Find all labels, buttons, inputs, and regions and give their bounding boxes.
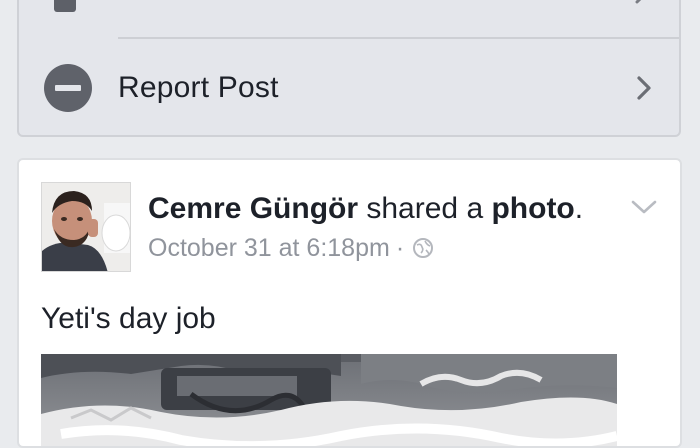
meta-separator: ·	[395, 234, 405, 262]
menu-divider	[118, 37, 679, 39]
bookmark-icon	[46, 0, 84, 12]
menu-item-partial[interactable]	[19, 0, 679, 38]
post-photo[interactable]	[41, 354, 617, 446]
author-name[interactable]: Cemre Güngör	[148, 192, 358, 225]
feed-post: Cemre Güngör shared a photo. October 31 …	[17, 158, 682, 448]
avatar[interactable]	[41, 182, 131, 272]
post-action: shared a	[366, 192, 484, 225]
chevron-down-icon[interactable]	[630, 198, 658, 216]
post-meta: October 31 at 6:18pm ·	[148, 232, 434, 264]
post-body-text: Yeti's day job	[41, 302, 216, 335]
post-timestamp[interactable]: October 31 at 6:18pm	[148, 234, 390, 262]
report-icon	[44, 64, 92, 112]
report-post-label: Report Post	[118, 71, 279, 104]
post-header: Cemre Güngör shared a photo.	[148, 190, 583, 228]
post-header-period: .	[574, 192, 584, 225]
post-object-link[interactable]: photo	[491, 192, 574, 225]
chevron-right-icon	[635, 0, 642, 4]
report-post-menu-item[interactable]: Report Post	[19, 40, 679, 136]
chevron-right-icon	[637, 76, 651, 100]
post-options-menu: Report Post	[17, 0, 681, 137]
globe-icon[interactable]	[412, 237, 434, 259]
